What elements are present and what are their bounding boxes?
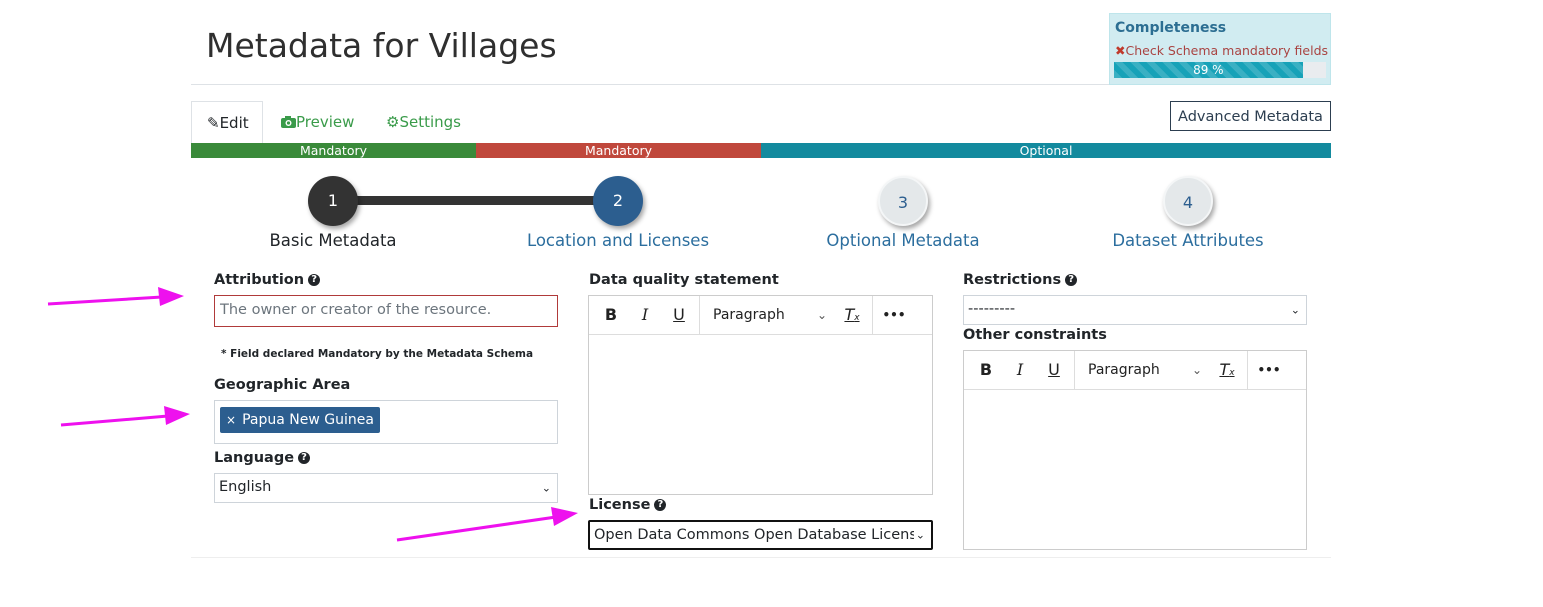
arrow-icon xyxy=(60,406,190,427)
arrow-icon xyxy=(396,507,578,542)
arrow-icon xyxy=(47,287,184,306)
annotation-arrows xyxy=(47,287,578,542)
